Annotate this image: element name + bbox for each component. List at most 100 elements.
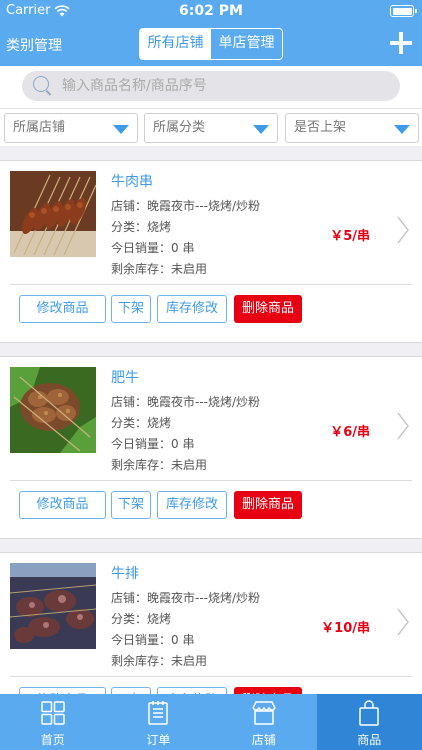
product-list: 牛肉串 店铺：晚霞夜市---烧烤/炒粉 分类：烧烤 今日销量：0 串 剩余库存：… <box>0 146 422 694</box>
sales-label: 今日销量： <box>111 437 172 451</box>
product-sales-row: 今日销量：0 串 <box>111 631 194 648</box>
sales-value: 0 串 <box>171 633 195 647</box>
listed-filter-dropdown[interactable]: 是否上架 <box>285 113 419 143</box>
search-input[interactable] <box>62 78 362 94</box>
category-label: 分类： <box>111 612 148 626</box>
product-name[interactable]: 肥牛 <box>111 367 139 387</box>
tab-store[interactable]: 店铺 <box>211 694 317 750</box>
clock: 6:02 PM <box>179 3 243 19</box>
store-scope-segmented-control: 所有店铺 单店管理 <box>139 28 283 60</box>
battery-icon <box>390 5 417 17</box>
delete-product-button[interactable]: 删除商品 <box>234 295 302 323</box>
tab-store-label: 店铺 <box>251 733 276 747</box>
filter-bar: 所属店铺 所属分类 是否上架 <box>0 108 422 146</box>
store-label: 店铺： <box>111 591 148 605</box>
store-value: 晚霞夜市---烧烤/炒粉 <box>147 395 261 409</box>
product-sales-row: 今日销量：0 串 <box>111 239 194 256</box>
unlist-button[interactable]: 下架 <box>111 491 151 519</box>
product-card[interactable]: 牛肉串 店铺：晚霞夜市---烧烤/炒粉 分类：烧烤 今日销量：0 串 剩余库存：… <box>0 160 422 343</box>
unlist-button[interactable]: 下架 <box>111 295 151 323</box>
product-card[interactable]: 肥牛 店铺：晚霞夜市---烧烤/炒粉 分类：烧烤 今日销量：0 串 剩余库存：未… <box>0 356 422 539</box>
sales-label: 今日销量： <box>111 241 172 255</box>
order-list-icon <box>148 701 168 725</box>
product-price: ￥5/串 <box>330 229 370 244</box>
product-card[interactable]: 牛排 店铺：晚霞夜市---烧烤/炒粉 分类：烧烤 今日销量：0 串 剩余库存：未… <box>0 552 422 694</box>
tab-orders[interactable]: 订单 <box>106 694 212 750</box>
product-stock-row: 剩余库存：未启用 <box>111 260 207 277</box>
category-value: 烧烤 <box>147 416 172 430</box>
product-stock-row: 剩余库存：未启用 <box>111 652 207 669</box>
store-value: 晚霞夜市---烧烤/炒粉 <box>147 199 261 213</box>
delete-product-button[interactable]: 删除商品 <box>234 491 302 519</box>
sales-value: 0 串 <box>171 241 195 255</box>
storefront-icon <box>252 701 276 725</box>
edit-stock-button[interactable]: 库存修改 <box>157 491 227 519</box>
product-category-row: 分类：烧烤 <box>111 414 171 431</box>
edit-product-button[interactable]: 修改商品 <box>19 295 106 323</box>
chevron-right-icon[interactable] <box>396 215 410 245</box>
tab-bar: 首页 订单 店铺 商品 <box>0 694 422 750</box>
chevron-right-icon[interactable] <box>396 607 410 637</box>
segment-single-store[interactable]: 单店管理 <box>211 29 282 59</box>
tab-home-label: 首页 <box>40 733 65 747</box>
category-filter-label: 所属分类 <box>153 120 206 135</box>
product-stock-row: 剩余库存：未启用 <box>111 456 207 473</box>
product-category-row: 分类：烧烤 <box>111 610 171 627</box>
category-value: 烧烤 <box>147 220 172 234</box>
divider <box>10 284 412 285</box>
edit-stock-button[interactable]: 库存修改 <box>157 295 227 323</box>
store-label: 店铺： <box>111 395 148 409</box>
segment-all-stores[interactable]: 所有店铺 <box>140 29 211 59</box>
product-image <box>10 367 96 453</box>
product-category-row: 分类：烧烤 <box>111 218 171 235</box>
chevron-down-icon <box>394 125 410 134</box>
edit-product-button[interactable]: 修改商品 <box>19 687 106 694</box>
delete-product-button[interactable]: 删除商品 <box>234 687 302 694</box>
sales-label: 今日销量： <box>111 633 172 647</box>
product-price: ￥6/串 <box>330 425 370 440</box>
product-image <box>10 171 96 257</box>
sales-value: 0 串 <box>171 437 195 451</box>
chevron-down-icon <box>253 125 269 134</box>
category-filter-dropdown[interactable]: 所属分类 <box>144 113 278 143</box>
product-sales-row: 今日销量：0 串 <box>111 435 194 452</box>
product-price: ￥10/串 <box>321 621 370 636</box>
search-bar <box>0 66 422 108</box>
search-box <box>22 71 400 101</box>
stock-value: 未启用 <box>171 654 208 668</box>
stock-label: 剩余库存： <box>111 654 172 668</box>
grid-icon <box>41 701 65 725</box>
store-value: 晚霞夜市---烧烤/炒粉 <box>147 591 261 605</box>
stock-value: 未启用 <box>171 458 208 472</box>
edit-stock-button[interactable]: 库存修改 <box>157 687 227 694</box>
category-manage-link[interactable]: 类别管理 <box>6 35 62 55</box>
add-product-icon[interactable] <box>390 32 412 54</box>
store-label: 店铺： <box>111 199 148 213</box>
shopping-bag-icon <box>359 700 379 726</box>
store-filter-dropdown[interactable]: 所属店铺 <box>4 113 138 143</box>
product-store-row: 店铺：晚霞夜市---烧烤/炒粉 <box>111 589 260 606</box>
divider <box>10 480 412 481</box>
nav-bar: 类别管理 所有店铺 单店管理 <box>0 22 422 66</box>
edit-product-button[interactable]: 修改商品 <box>19 491 106 519</box>
tab-goods[interactable]: 商品 <box>316 694 422 750</box>
category-value: 烧烤 <box>147 612 172 626</box>
chevron-down-icon <box>113 125 129 134</box>
stock-label: 剩余库存： <box>111 262 172 276</box>
product-store-row: 店铺：晚霞夜市---烧烤/炒粉 <box>111 197 260 214</box>
product-name[interactable]: 牛排 <box>111 563 139 583</box>
product-store-row: 店铺：晚霞夜市---烧烤/炒粉 <box>111 393 260 410</box>
store-filter-label: 所属店铺 <box>13 120 66 135</box>
stock-value: 未启用 <box>171 262 208 276</box>
category-label: 分类： <box>111 220 148 234</box>
product-name[interactable]: 牛肉串 <box>111 171 153 191</box>
chevron-right-icon[interactable] <box>396 411 410 441</box>
search-icon <box>32 75 54 97</box>
tab-goods-label: 商品 <box>357 733 382 747</box>
divider <box>10 676 412 677</box>
unlist-button[interactable]: 下架 <box>111 687 151 694</box>
tab-orders-label: 订单 <box>146 733 171 747</box>
listed-filter-label: 是否上架 <box>294 120 347 135</box>
status-bar: Carrier 6:02 PM <box>0 0 422 22</box>
tab-home[interactable]: 首页 <box>0 694 106 750</box>
